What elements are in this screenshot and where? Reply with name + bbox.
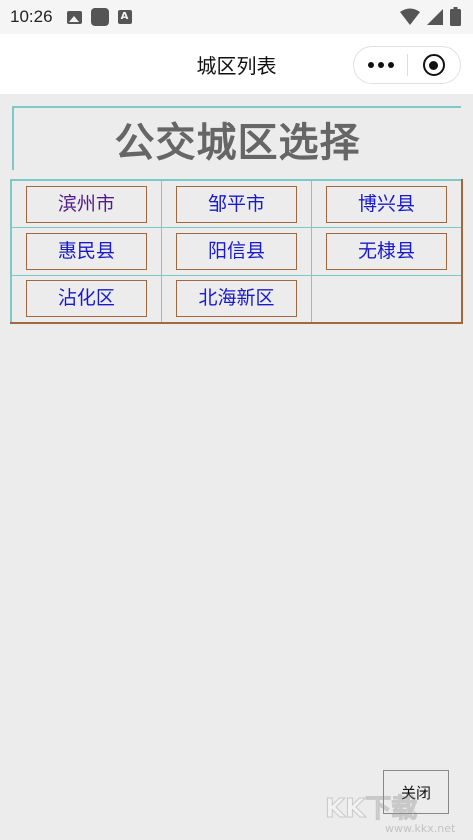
status-time: 10:26	[10, 7, 53, 26]
exit-mini-program-button[interactable]	[408, 47, 460, 83]
heading-box: 公交城区选择	[12, 106, 461, 170]
table-cell: 北海新区	[160, 274, 313, 324]
cellular-signal-icon	[427, 8, 443, 25]
wifi-icon	[400, 8, 420, 25]
table-row: 惠民县 阳信县 无棣县	[10, 227, 463, 276]
app-square-icon	[90, 8, 109, 26]
city-table: 滨州市 邹平市 博兴县 惠民县 阳信县 无棣县 沾化区 北海新区	[10, 179, 463, 324]
a-notification-icon: A	[117, 10, 132, 24]
page-heading: 公交城区选择	[114, 120, 361, 166]
status-right-icons	[400, 7, 461, 26]
mini-program-capsule	[353, 46, 461, 84]
city-button-zhanhua[interactable]: 沾化区	[25, 280, 147, 318]
watermark: KK下载 www.kkx.net	[324, 788, 470, 836]
table-cell: 邹平市	[160, 179, 313, 229]
title-bar: 城区列表	[0, 34, 473, 94]
table-row: 沾化区 北海新区	[10, 274, 463, 324]
city-button-wudi[interactable]: 无棣县	[326, 232, 448, 270]
table-cell: 滨州市	[10, 179, 162, 229]
table-cell: 惠民县	[10, 227, 162, 276]
city-button-binzhou[interactable]: 滨州市	[25, 185, 147, 223]
city-button-beihai[interactable]: 北海新区	[175, 280, 297, 318]
city-button-huimin[interactable]: 惠民县	[25, 232, 147, 270]
city-button-boxing[interactable]: 博兴县	[326, 185, 448, 223]
table-cell-empty	[311, 274, 463, 324]
watermark-url: www.kkx.net	[385, 822, 456, 835]
target-close-icon	[422, 54, 445, 76]
city-button-zouping[interactable]: 邹平市	[175, 185, 297, 223]
city-button-yangxin[interactable]: 阳信县	[175, 232, 297, 270]
battery-icon	[450, 7, 461, 26]
table-cell: 沾化区	[10, 274, 162, 324]
table-cell: 博兴县	[311, 179, 463, 229]
image-icon	[66, 10, 82, 24]
status-bar: 10:26 A	[0, 0, 473, 34]
table-row: 滨州市 邹平市 博兴县	[10, 179, 463, 229]
more-dots-icon	[367, 62, 374, 68]
table-cell: 阳信县	[160, 227, 313, 276]
more-button[interactable]	[354, 47, 407, 83]
page-title: 城区列表	[196, 55, 277, 78]
table-cell: 无棣县	[311, 227, 463, 276]
watermark-logo: KK下载	[324, 794, 418, 825]
